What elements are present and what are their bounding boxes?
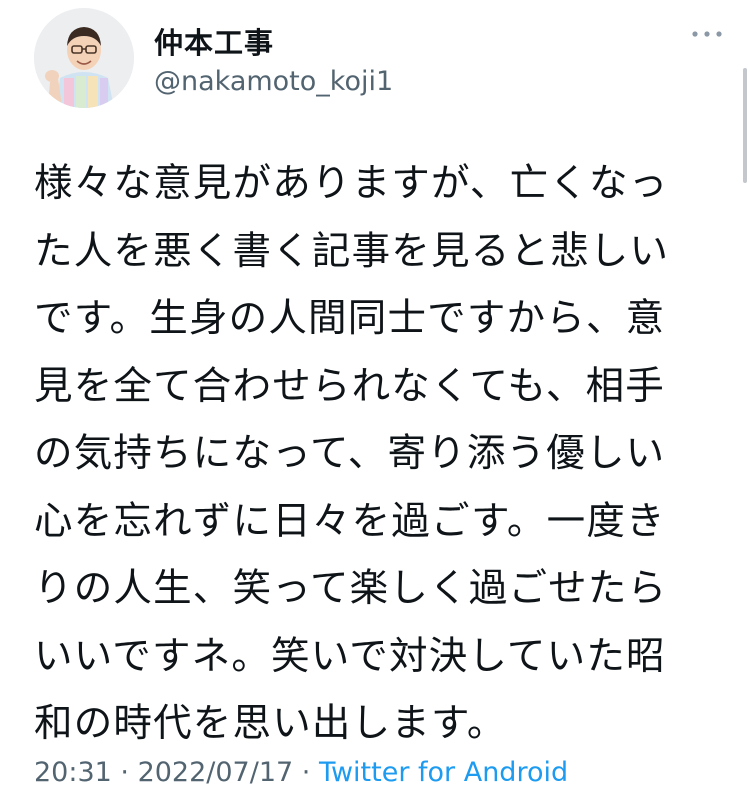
display-name[interactable]: 仲本工事 (154, 20, 274, 62)
avatar[interactable] (34, 8, 134, 108)
tweet-header: 仲本工事 @nakamoto_koji1 (34, 4, 724, 114)
tweet-date[interactable]: 2022/07/17 (138, 757, 294, 788)
scrollbar-thumb[interactable] (743, 68, 747, 183)
tweet-meta: 20:31 · 2022/07/17 · Twitter for Android (34, 757, 568, 788)
meta-separator: · (111, 757, 138, 788)
tweet-time[interactable]: 20:31 (34, 757, 112, 788)
user-handle[interactable]: @nakamoto_koji1 (154, 66, 393, 97)
tweet-text: 様々な意見がありますが、亡くなっ た人を悪く書く記事を見ると悲しい です。生身の… (34, 161, 670, 746)
more-options-button[interactable] (690, 24, 724, 44)
meta-separator: · (293, 757, 319, 788)
more-horizontal-icon (692, 31, 722, 37)
avatar-photo-icon (34, 8, 134, 108)
tweet-source-link[interactable]: Twitter for Android (319, 757, 568, 788)
